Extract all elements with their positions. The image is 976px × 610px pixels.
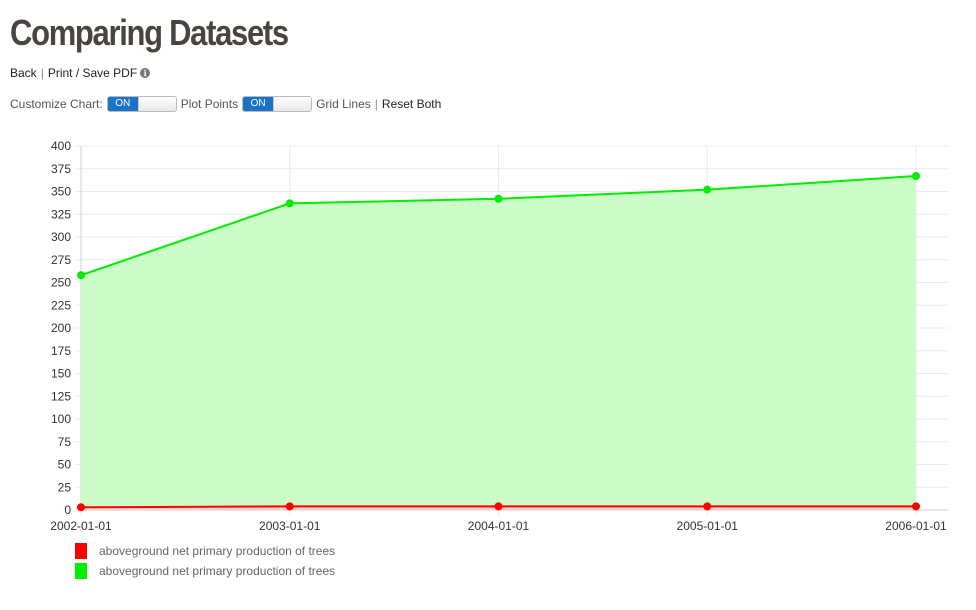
legend-item[interactable]: aboveground net primary production of tr… xyxy=(75,541,335,561)
y-tick-label: 100 xyxy=(51,412,71,426)
legend-label: aboveground net primary production of tr… xyxy=(99,564,336,578)
y-tick-label: 175 xyxy=(51,344,71,358)
y-tick-label: 150 xyxy=(51,367,71,381)
y-tick-label: 350 xyxy=(51,185,71,199)
x-tick-label: 2002-01-01 xyxy=(50,519,112,533)
y-tick-label: 400 xyxy=(51,139,71,153)
y-tick-label: 375 xyxy=(51,162,71,176)
y-tick-label: 50 xyxy=(58,458,72,472)
y-tick-label: 300 xyxy=(51,230,71,244)
y-tick-label: 200 xyxy=(51,321,71,335)
y-tick-label: 275 xyxy=(51,253,71,267)
data-point xyxy=(912,502,920,511)
chart-legend: aboveground net primary production of tr… xyxy=(75,541,335,581)
legend-swatch xyxy=(75,563,87,579)
y-tick-label: 75 xyxy=(58,435,72,449)
y-tick-label: 325 xyxy=(51,207,71,221)
x-tick-label: 2005-01-01 xyxy=(677,519,739,533)
data-point xyxy=(77,271,85,280)
y-tick-label: 250 xyxy=(51,276,71,290)
data-point xyxy=(494,502,503,511)
x-tick-label: 2003-01-01 xyxy=(259,519,321,533)
y-tick-label: 0 xyxy=(64,503,71,517)
data-point xyxy=(285,502,294,511)
data-point xyxy=(703,185,712,194)
x-tick-label: 2004-01-01 xyxy=(468,519,530,533)
data-point xyxy=(494,194,503,203)
legend-label: aboveground net primary production of tr… xyxy=(99,544,336,558)
y-tick-label: 225 xyxy=(51,298,71,312)
data-point xyxy=(912,172,920,181)
y-tick-label: 25 xyxy=(58,480,72,494)
data-point xyxy=(703,502,712,511)
x-tick-label: 2006-01-01 xyxy=(885,519,947,533)
legend-swatch xyxy=(75,543,87,559)
data-point xyxy=(77,503,85,512)
series-area xyxy=(81,176,916,510)
y-tick-label: 125 xyxy=(51,389,71,403)
legend-item[interactable]: aboveground net primary production of tr… xyxy=(75,561,335,581)
area-chart: 0 25 50 75 100 125 150 175 200 225 250 275 300 325 350… xyxy=(50,139,948,533)
data-point xyxy=(285,199,294,208)
